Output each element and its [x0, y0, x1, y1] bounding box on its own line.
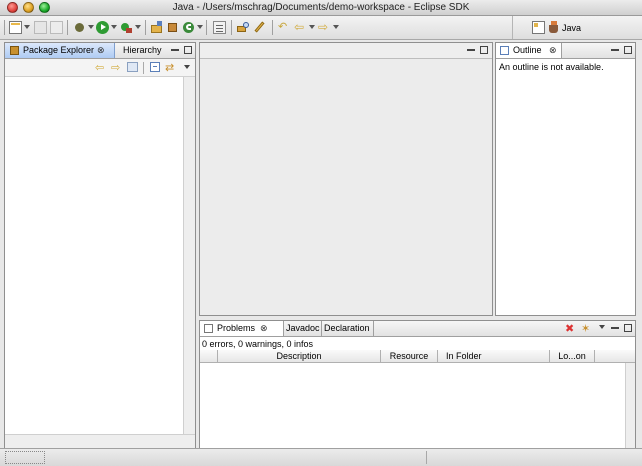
tab-package-explorer-label: Package Explorer — [23, 45, 95, 55]
save-icon[interactable] — [34, 21, 47, 34]
maximize-view-icon[interactable] — [184, 46, 192, 54]
delete-icon[interactable]: ✖ — [565, 322, 574, 335]
maximize-view-icon[interactable] — [624, 46, 632, 54]
link-with-editor-icon[interactable]: ⇄ — [165, 61, 174, 74]
toolbar-separator — [272, 20, 273, 35]
collapse-all-icon[interactable] — [150, 62, 160, 72]
outline-view: Outline ⊗ An outline is not available. — [495, 42, 636, 316]
run-dropdown-icon[interactable] — [111, 25, 117, 29]
java-perspective-icon[interactable] — [548, 21, 561, 34]
new-java-project-icon[interactable] — [150, 21, 163, 34]
column-in-folder[interactable]: In Folder — [438, 350, 550, 363]
tab-package-explorer[interactable]: Package Explorer ⊗ — [5, 43, 115, 58]
outline-message: An outline is not available. — [499, 62, 604, 72]
back-icon[interactable]: ⇦ — [95, 61, 104, 74]
external-tools-dropdown-icon[interactable] — [135, 25, 141, 29]
problems-view: Problems ⊗ Javadoc Declaration ✖ ✶ 0 err… — [199, 320, 636, 449]
tab-javadoc[interactable]: Javadoc — [284, 321, 322, 336]
problems-tabstrip: Problems ⊗ Javadoc Declaration ✖ ✶ — [200, 321, 635, 337]
open-perspective-icon[interactable] — [532, 21, 545, 34]
package-explorer-view-toolbar: ⇦ ⇨ ⇄ — [5, 59, 195, 77]
editor-tabstrip — [200, 43, 492, 59]
toolbar-separator — [206, 20, 207, 35]
package-explorer-view: Package Explorer ⊗ Hierarchy ⇦ ⇨ ⇄ — [4, 42, 196, 449]
new-class-icon[interactable] — [182, 21, 195, 34]
toolbar-grip — [4, 20, 5, 35]
status-bar — [0, 448, 642, 466]
close-icon[interactable]: ⊗ — [549, 46, 557, 55]
package-explorer-tabstrip: Package Explorer ⊗ Hierarchy — [5, 43, 195, 59]
filter-icon[interactable]: ✶ — [581, 322, 590, 335]
tab-hierarchy-label: Hierarchy — [123, 45, 162, 55]
problems-icon — [204, 324, 213, 333]
toolbar-separator — [145, 20, 146, 35]
view-menu-icon[interactable] — [599, 325, 605, 329]
run-icon[interactable] — [96, 21, 109, 34]
toolbar-separator — [67, 20, 68, 35]
window-title: Java - /Users/mschrag/Documents/demo-wor… — [172, 2, 470, 13]
outline-tabstrip: Outline ⊗ — [496, 43, 635, 59]
new-wizard-dropdown-icon[interactable] — [24, 25, 30, 29]
pencil-icon[interactable] — [253, 21, 266, 34]
last-edit-location-icon[interactable]: ↶ — [278, 21, 291, 34]
forward-icon[interactable]: ⇨ — [111, 61, 120, 74]
tab-outline-label: Outline — [513, 45, 542, 55]
tab-declaration-label: Declaration — [324, 323, 370, 333]
close-icon[interactable]: ⊗ — [97, 46, 105, 55]
tab-declaration[interactable]: Declaration — [322, 321, 374, 336]
external-tools-icon[interactable] — [120, 21, 133, 34]
table-header: Description Resource In Folder Lo...on — [200, 350, 635, 363]
package-explorer-icon — [10, 46, 19, 55]
print-icon[interactable] — [50, 21, 63, 34]
minimize-view-icon[interactable] — [611, 327, 619, 329]
title-bar: Java - /Users/mschrag/Documents/demo-wor… — [0, 0, 642, 16]
editor-area — [199, 42, 493, 316]
column-resource[interactable]: Resource — [381, 350, 438, 363]
back-dropdown-icon[interactable] — [309, 25, 315, 29]
minimize-editor-icon[interactable] — [467, 49, 475, 51]
vertical-scrollbar[interactable] — [625, 363, 635, 448]
status-field — [5, 451, 45, 464]
status-divider — [426, 451, 427, 464]
tab-javadoc-label: Javadoc — [286, 323, 320, 333]
column-location[interactable]: Lo...on — [550, 350, 595, 363]
vertical-scrollbar[interactable] — [183, 77, 195, 434]
debug-icon[interactable] — [73, 21, 86, 34]
java-perspective-button[interactable]: Java — [562, 23, 581, 33]
new-package-icon[interactable] — [166, 21, 179, 34]
problems-summary: 0 errors, 0 warnings, 0 infos — [202, 339, 314, 349]
outline-icon — [500, 46, 509, 55]
tab-outline[interactable]: Outline ⊗ — [496, 43, 562, 58]
forward-dropdown-icon[interactable] — [333, 25, 339, 29]
package-tree[interactable] — [5, 77, 183, 434]
column-description[interactable]: Description — [218, 350, 381, 363]
close-icon[interactable]: ⊗ — [260, 324, 268, 333]
problems-table[interactable]: Description Resource In Folder Lo...on — [200, 350, 635, 448]
debug-dropdown-icon[interactable] — [88, 25, 94, 29]
minimize-view-icon[interactable] — [171, 49, 179, 51]
tab-problems[interactable]: Problems ⊗ — [200, 321, 284, 336]
toolbar-separator — [143, 62, 144, 74]
new-wizard-icon[interactable] — [9, 21, 22, 34]
maximize-editor-icon[interactable] — [480, 46, 488, 54]
main-toolbar: ↶ ⇦ ⇨ Java — [0, 16, 642, 40]
new-class-dropdown-icon[interactable] — [197, 25, 203, 29]
horizontal-scrollbar[interactable] — [5, 434, 195, 448]
up-icon[interactable] — [127, 62, 138, 72]
tab-problems-label: Problems — [217, 323, 256, 333]
toolbar-separator — [231, 20, 232, 35]
tab-hierarchy[interactable]: Hierarchy — [123, 43, 169, 58]
forward-icon[interactable]: ⇨ — [318, 21, 331, 34]
maximize-view-icon[interactable] — [624, 324, 632, 332]
column-icon[interactable] — [200, 350, 218, 363]
back-icon[interactable]: ⇦ — [294, 21, 307, 34]
minimize-view-icon[interactable] — [611, 49, 619, 51]
open-type-icon[interactable] — [213, 21, 226, 34]
search-icon[interactable] — [237, 21, 250, 34]
view-menu-icon[interactable] — [184, 65, 190, 69]
